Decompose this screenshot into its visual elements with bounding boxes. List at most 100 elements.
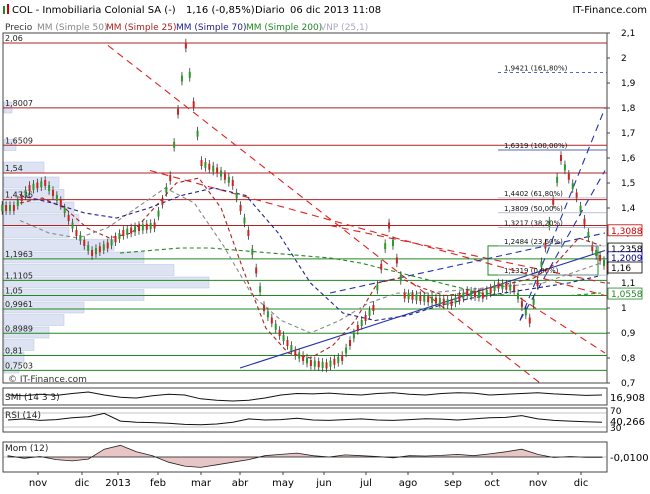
candle-body — [98, 246, 101, 253]
last-price: 1,16 (-0,85%) — [186, 5, 255, 16]
candle-body — [63, 207, 66, 214]
candle-body — [36, 182, 39, 189]
candle-body — [528, 317, 531, 324]
x-tick-label: sep — [444, 478, 462, 489]
rsi-value: 40,266 — [610, 417, 645, 428]
candle-body — [51, 190, 54, 196]
candle-body — [556, 176, 559, 183]
candle-body — [407, 293, 410, 300]
legend-vnp: VNP (25,1) — [320, 23, 368, 33]
candle-body — [294, 350, 297, 356]
candle-body — [419, 295, 422, 301]
candle-body — [208, 163, 211, 170]
y-tick-label: 1,8 — [621, 104, 636, 114]
candle-body — [75, 230, 78, 236]
candle-body — [239, 205, 242, 211]
candle-body — [130, 227, 133, 234]
x-tick-label: jun — [315, 478, 331, 489]
candle-body — [12, 205, 15, 211]
candle-body — [286, 340, 289, 346]
price-level-label: 1,8007 — [5, 99, 33, 108]
candle-body — [216, 167, 219, 174]
candle-body — [55, 195, 58, 201]
candle-body — [567, 173, 570, 180]
candle-body — [79, 235, 82, 241]
price-level-label: 1,1963 — [5, 250, 33, 259]
y-tick-label: 1,9 — [621, 79, 636, 89]
candle-body — [126, 228, 129, 235]
candle-body — [571, 183, 574, 190]
brand-label: IT-Finance.com — [572, 5, 647, 16]
candle-body — [40, 181, 43, 188]
legend-sma50: MM (Simple 50) — [37, 23, 107, 33]
legend-sma200: MM (Simple 200) — [246, 23, 322, 33]
candle-body — [188, 71, 191, 78]
candle-body — [513, 285, 516, 291]
candle-body — [157, 210, 160, 217]
price-level-label: 0,7503 — [5, 361, 33, 370]
instrument-title: COL - Inmobiliaria Colonial SA (-) — [12, 5, 176, 16]
fib-label: 1,2484 (23,60%) — [504, 238, 563, 246]
candle-body — [372, 305, 375, 311]
volume-profile-bar — [3, 176, 60, 189]
candle-body — [145, 223, 148, 230]
candle-body — [59, 200, 62, 206]
y-tick-label: 1,1 — [621, 279, 635, 289]
y-tick-label: 0,9 — [621, 329, 636, 339]
candle-body — [536, 280, 539, 286]
price-level-label: 2,06 — [5, 34, 23, 43]
candle-body — [44, 180, 47, 186]
y-tick-label: 1,4 — [621, 204, 636, 214]
price-level-label: 0,8989 — [5, 324, 33, 333]
fib-label: 1,9421 (161,80%) — [504, 64, 568, 72]
candle-body — [438, 298, 441, 305]
x-tick-label: abr — [232, 478, 249, 489]
candle-body — [391, 240, 394, 246]
candle-body — [220, 170, 223, 177]
chart-interval: Diario — [255, 5, 285, 16]
candle-body — [141, 224, 144, 231]
candle-body — [587, 231, 590, 238]
candle-body — [575, 192, 578, 199]
y-tick-label: 1 — [621, 304, 627, 314]
candle-body — [395, 257, 398, 264]
candle-body — [380, 263, 383, 270]
candle-body — [337, 356, 340, 363]
candle-body — [434, 297, 437, 304]
candle-body — [67, 215, 70, 221]
candle-body — [114, 236, 117, 243]
candle-body — [485, 290, 488, 296]
candle-body — [32, 183, 35, 190]
candle-body — [177, 108, 180, 115]
candle-body — [427, 296, 430, 303]
candle-body — [356, 325, 359, 331]
candle-body — [290, 345, 293, 351]
chart-canvas: COL - Inmobiliaria Colonial SA (-) 1,16 … — [0, 0, 650, 490]
candle-body — [458, 295, 461, 301]
candle-body — [204, 161, 207, 168]
candle-body — [71, 222, 74, 229]
candle-body — [603, 260, 605, 266]
price-tag: 1,16 — [611, 264, 631, 274]
stock-chart: COL - Inmobiliaria Colonial SA (-) 1,16 … — [0, 0, 650, 490]
candle-body — [454, 297, 457, 304]
candle-body — [255, 267, 258, 274]
volume-profile-bar — [3, 276, 210, 289]
watermark: © IT-Finance.com — [8, 375, 87, 385]
candle-body — [48, 185, 51, 191]
price-tag: 1,0558 — [611, 290, 643, 300]
candle-body — [474, 291, 477, 298]
candle-body — [173, 141, 176, 148]
candle-body — [266, 311, 269, 318]
price-tag: 1,3088 — [611, 227, 643, 237]
price-level-label: 1,1105 — [5, 271, 33, 280]
price-level-label: 1,54 — [5, 164, 23, 173]
x-tick-label: ago — [399, 478, 418, 489]
candle-body — [309, 360, 312, 366]
candle-body — [235, 192, 238, 199]
candle-body — [5, 205, 8, 211]
candle-body — [263, 305, 266, 311]
candle-body — [28, 185, 31, 191]
fib-label: 1,3217 (38,20%) — [504, 220, 563, 228]
candle-body — [497, 282, 500, 289]
